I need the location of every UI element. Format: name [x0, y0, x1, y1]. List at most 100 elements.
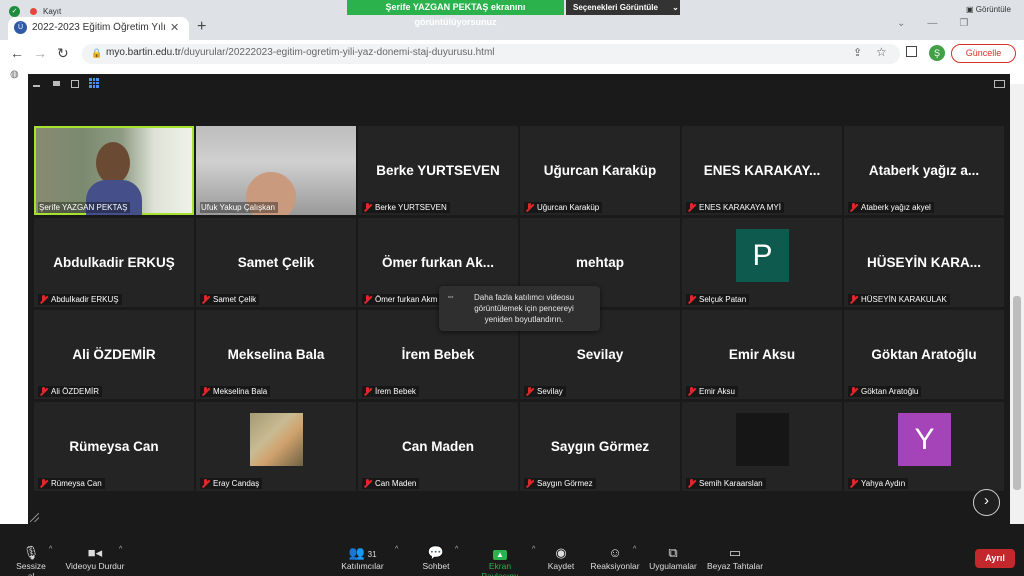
- chat-button[interactable]: 💬 Sohbet: [420, 544, 452, 571]
- participant-tile[interactable]: Uğurcan Karaküp Uğurcan Karaküp: [520, 126, 680, 215]
- university-favicon-icon: Ü: [14, 21, 27, 34]
- participant-label: Eray Candaş: [200, 478, 263, 489]
- globe-icon[interactable]: ◍: [10, 69, 19, 80]
- participant-label: Selçuk Patan: [686, 294, 750, 305]
- participant-avatar: Y: [898, 413, 951, 466]
- url-text[interactable]: myo.bartin.edu.tr/duyurular/20222023-egi…: [106, 47, 495, 58]
- profile-avatar[interactable]: Ş: [929, 45, 945, 61]
- back-arrow-icon[interactable]: ←: [10, 45, 24, 61]
- participant-label: Yahya Aydın: [848, 478, 909, 489]
- muted-mic-icon: [201, 295, 210, 304]
- participant-tile[interactable]: Saygın Görmez Saygın Görmez: [520, 402, 680, 491]
- participant-tile[interactable]: P Selçuk Patan: [682, 218, 842, 307]
- share-screen-button[interactable]: ▲ Ekran Paylaşımı: [470, 544, 530, 576]
- exit-thumbnail-icon[interactable]: [994, 80, 1005, 88]
- participant-tile[interactable]: Abdulkadir ERKUŞ Abdulkadir ERKUŞ: [34, 218, 194, 307]
- reactions-options-caret-icon[interactable]: ^: [633, 546, 636, 553]
- new-tab-icon[interactable]: +: [197, 18, 206, 36]
- participants-options-caret-icon[interactable]: ^: [395, 546, 398, 553]
- chevron-down-icon: ⌄: [672, 3, 679, 12]
- participant-tile[interactable]: Samet Çelik Samet Çelik: [196, 218, 356, 307]
- participant-name-display: Berke YURTSEVEN: [376, 163, 500, 178]
- muted-mic-icon: [687, 479, 696, 488]
- view-button[interactable]: ▣ Görüntüle: [966, 5, 1011, 14]
- participant-tile[interactable]: Rümeysa Can Rümeysa Can: [34, 402, 194, 491]
- lock-icon[interactable]: 🔒: [91, 48, 102, 59]
- participant-tile[interactable]: Berke YURTSEVEN Berke YURTSEVEN: [358, 126, 518, 215]
- forward-arrow-icon[interactable]: →: [33, 45, 47, 61]
- participant-tile[interactable]: Emir Aksu Emir Aksu: [682, 310, 842, 399]
- participant-label: Ufuk Yakup Çalışkan: [200, 202, 278, 213]
- participant-tile[interactable]: Göktan Aratoğlu Göktan Aratoğlu: [844, 310, 1004, 399]
- participant-label-text: Mekselina Bala: [213, 387, 268, 396]
- mute-button[interactable]: 🎙 Sessize al: [12, 544, 50, 576]
- participant-name-display: Uğurcan Karaküp: [543, 163, 657, 178]
- participant-tile[interactable]: ENES KARAKAY... ENES KARAKAYA MYİ: [682, 126, 842, 215]
- participant-name-display: Emir Aksu: [728, 347, 796, 362]
- chat-options-caret-icon[interactable]: ^: [455, 546, 458, 553]
- share-page-icon[interactable]: ⇪: [853, 46, 862, 59]
- participant-name-display: Ali ÖZDEMİR: [72, 347, 156, 362]
- participant-name-display: HÜSEYİN KARA...: [866, 255, 981, 270]
- resize-grip-icon[interactable]: [30, 513, 39, 522]
- participant-tile[interactable]: Ufuk Yakup Çalışkan: [196, 126, 356, 215]
- page-background: [0, 84, 28, 524]
- participant-tile[interactable]: Y Yahya Aydın: [844, 402, 1004, 491]
- participant-name-display: Sevilay: [576, 347, 624, 362]
- participant-tile[interactable]: Semih Karaarslan: [682, 402, 842, 491]
- participant-photo: [250, 413, 303, 466]
- whiteboard-button[interactable]: ▭ Beyaz Tahtalar: [705, 544, 765, 571]
- gallery-view-icon[interactable]: [89, 78, 99, 88]
- view-options-button[interactable]: Seçenekleri Görüntüle ⌄: [566, 0, 680, 15]
- next-page-arrow-icon[interactable]: ›: [973, 489, 1000, 516]
- mute-label: Sessize al: [16, 561, 46, 576]
- participant-name-display: Ataberk yağız a...: [868, 163, 980, 178]
- participant-label: Mekselina Bala: [200, 386, 271, 397]
- apps-button[interactable]: ⧉ Uygulamalar: [648, 544, 698, 571]
- stop-video-button[interactable]: ■◂ Videoyu Durdur: [64, 544, 126, 571]
- update-button[interactable]: Güncelle: [951, 44, 1016, 63]
- fullscreen-icon[interactable]: [70, 78, 80, 88]
- participants-icon: 👥 31: [348, 545, 377, 560]
- participant-label-text: Eray Candaş: [213, 479, 260, 488]
- participant-label: Can Maden: [362, 478, 420, 489]
- participant-name-display: ENES KARAKAY...: [703, 163, 821, 178]
- participant-tile[interactable]: Şerife YAZGAN PEKTAŞ: [34, 126, 194, 215]
- window-controls[interactable]: ⌄—❐: [897, 18, 990, 29]
- participant-label: Berke YURTSEVEN: [362, 202, 450, 213]
- muted-mic-icon: [687, 387, 696, 396]
- bookmark-star-icon[interactable]: ☆: [876, 45, 887, 59]
- tab-title: 2022-2023 Eğitim Öğretim Yılı Yaz: [32, 22, 167, 33]
- mute-options-caret-icon[interactable]: ^: [49, 546, 52, 553]
- participant-tile[interactable]: Ataberk yağız a... Ataberk yağız akyel: [844, 126, 1004, 215]
- muted-mic-icon: [849, 387, 858, 396]
- participants-button[interactable]: 👥 31 Katılımcılar: [340, 544, 385, 571]
- participant-label-text: Ömer furkan Akm: [375, 295, 438, 304]
- minimize-icon[interactable]: [32, 78, 42, 88]
- participant-tile[interactable]: Mekselina Bala Mekselina Bala: [196, 310, 356, 399]
- restore-icon[interactable]: [52, 78, 62, 88]
- leave-button[interactable]: Ayrıl: [975, 549, 1015, 568]
- share-options-caret-icon[interactable]: ^: [532, 546, 535, 553]
- participant-label: Ali ÖZDEMİR: [38, 386, 102, 397]
- participant-label: Şerife YAZGAN PEKTAŞ: [38, 202, 131, 213]
- participant-tile[interactable]: HÜSEYİN KARA... HÜSEYİN KARAKULAK: [844, 218, 1004, 307]
- view-icon: ▣: [966, 5, 976, 14]
- side-panel-icon[interactable]: [906, 46, 917, 57]
- participant-label: Emir Aksu: [686, 386, 739, 397]
- participant-tile[interactable]: Can Maden Can Maden: [358, 402, 518, 491]
- record-button[interactable]: ◉ Kaydet: [545, 544, 577, 571]
- muted-mic-icon: [201, 387, 210, 396]
- apps-label: Uygulamalar: [649, 561, 697, 571]
- participant-tile[interactable]: Ali ÖZDEMİR Ali ÖZDEMİR: [34, 310, 194, 399]
- scrollbar-thumb[interactable]: [1013, 296, 1021, 490]
- participant-label: ENES KARAKAYA MYİ: [686, 202, 784, 213]
- participant-tile[interactable]: Eray Candaş: [196, 402, 356, 491]
- participant-label-text: Emir Aksu: [699, 387, 736, 396]
- share-screen-icon: ▲: [493, 550, 507, 560]
- muted-mic-icon: [849, 479, 858, 488]
- close-tab-icon[interactable]: ✕: [170, 21, 179, 34]
- video-options-caret-icon[interactable]: ^: [119, 546, 122, 553]
- reload-icon[interactable]: ↻: [57, 45, 69, 62]
- participant-label-text: Can Maden: [375, 479, 417, 488]
